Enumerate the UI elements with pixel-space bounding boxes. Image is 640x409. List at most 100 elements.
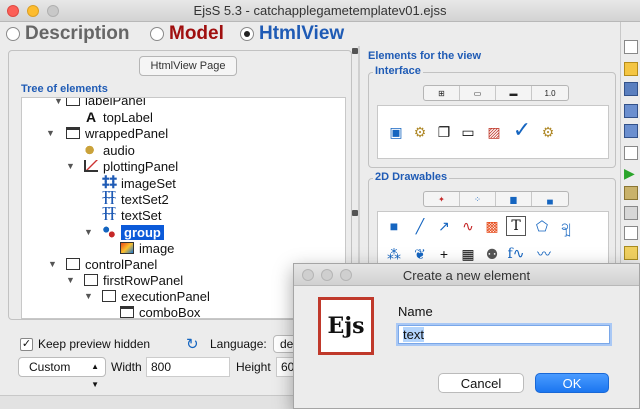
tree-node-label: runPauseButton bbox=[139, 319, 232, 320]
tree-node[interactable]: firstRowPanel bbox=[84, 272, 183, 288]
divider-handle-icon[interactable] bbox=[352, 48, 358, 54]
tabbed-panel-element-icon[interactable]: ❐ bbox=[434, 122, 454, 142]
sets-2d-tab-icon[interactable]: ⁘ bbox=[460, 192, 496, 206]
refresh-icon[interactable]: ↻ bbox=[186, 335, 199, 353]
spring-element-icon[interactable]: ꩾ bbox=[556, 216, 576, 236]
interface-palette: ▣ ⚙ ❐ ▭ ▨ ✓ ⚙ bbox=[377, 105, 609, 159]
tree-node[interactable]: image bbox=[120, 240, 174, 256]
tree-title: Tree of elements bbox=[21, 83, 108, 95]
stack-icon[interactable] bbox=[624, 206, 638, 220]
text-element-icon[interactable]: T bbox=[506, 216, 526, 236]
size-preset-select[interactable]: Custom ▲ ▼ bbox=[18, 357, 106, 389]
trail-element-icon[interactable]: ∿ bbox=[458, 216, 478, 236]
window-title: EjsS 5.3 - catchapplegametemplatev01.ejs… bbox=[193, 3, 447, 18]
radio-selected-icon bbox=[240, 27, 254, 41]
polygon-element-icon[interactable]: ⬠ bbox=[532, 216, 552, 236]
function-element-icon[interactable]: f∿ bbox=[506, 244, 526, 264]
tree-node[interactable]: audio bbox=[84, 142, 135, 158]
new-file-icon[interactable] bbox=[624, 40, 638, 54]
expand-arrow-icon[interactable]: ▼ bbox=[84, 227, 93, 237]
divider-handle-icon[interactable] bbox=[352, 210, 358, 216]
segment-element-icon[interactable]: ╱ bbox=[410, 216, 430, 236]
tree-node[interactable]: controlPanel bbox=[66, 256, 157, 272]
tree-node[interactable]: TT TT textSet2 bbox=[102, 191, 168, 207]
tree-node[interactable]: executionPanel bbox=[102, 288, 210, 304]
tree-node[interactable]: comboBox bbox=[120, 304, 200, 318]
elements-header: Elements for the view bbox=[368, 50, 482, 62]
open-examples-icon[interactable] bbox=[624, 82, 638, 96]
window-element-icon[interactable]: ▣ bbox=[386, 122, 406, 142]
ticks-element-icon[interactable]: ▦ bbox=[458, 244, 478, 264]
combobox-icon bbox=[120, 306, 134, 318]
options-icon[interactable] bbox=[624, 246, 638, 260]
expand-arrow-icon[interactable]: ▼ bbox=[54, 98, 63, 106]
group-element-icon[interactable]: ⁂ bbox=[384, 244, 404, 264]
window-titlebar: EjsS 5.3 - catchapplegametemplatev01.ejs… bbox=[0, 0, 640, 22]
dialog-titlebar: Create a new element bbox=[294, 264, 639, 286]
updown-chevron-icon: ▲ ▼ bbox=[91, 362, 99, 389]
name-input-value: text bbox=[403, 327, 424, 342]
height-label: Height bbox=[236, 360, 271, 374]
package-icon[interactable] bbox=[624, 186, 638, 200]
label-icon: A bbox=[85, 109, 97, 125]
checkmark-element-icon[interactable]: ✓ bbox=[512, 117, 532, 142]
panel-element-icon[interactable]: ▭ bbox=[458, 122, 478, 142]
numeric-tab-icon[interactable]: 1.0 bbox=[532, 86, 568, 100]
tree-node[interactable]: A topLabel bbox=[84, 109, 153, 125]
save-as-icon[interactable] bbox=[624, 124, 638, 138]
search-icon[interactable] bbox=[624, 146, 638, 160]
interface-label: Interface bbox=[373, 65, 423, 77]
tree-node[interactable]: ✚✚ ✚✚ imageSet bbox=[102, 175, 176, 191]
shape-element-icon[interactable]: ■ bbox=[384, 216, 404, 236]
tree-node[interactable]: wrappedPanel bbox=[66, 125, 168, 141]
cursor-element-icon[interactable]: + bbox=[434, 244, 454, 264]
tree-node[interactable]: labelPanel bbox=[66, 98, 146, 108]
elements-2d-tab-icon[interactable]: ✦ bbox=[424, 192, 460, 206]
open-folder-icon[interactable] bbox=[624, 62, 638, 76]
tree-node-label: plottingPanel bbox=[103, 158, 179, 174]
input-tab-icon[interactable]: ▬ bbox=[496, 86, 532, 100]
save-icon[interactable] bbox=[624, 104, 638, 118]
htmlview-page-button[interactable]: HtmlView Page bbox=[139, 56, 237, 76]
tree-node[interactable]: runPauseButton bbox=[120, 318, 232, 319]
ejs-logo: Ejs bbox=[318, 297, 374, 355]
tab-htmlview[interactable]: HtmlView bbox=[240, 22, 344, 46]
audio-icon bbox=[84, 144, 98, 156]
analytic-curve-element-icon[interactable]: 〰 bbox=[534, 244, 554, 264]
edit-icon[interactable] bbox=[624, 226, 638, 240]
expand-arrow-icon[interactable]: ▼ bbox=[46, 128, 55, 138]
bodies-2d-tab-icon[interactable]: ▄ bbox=[532, 192, 568, 206]
tab-model-label: Model bbox=[169, 23, 224, 44]
radio-icon bbox=[150, 27, 164, 41]
image-panel-element-icon[interactable]: ▨ bbox=[484, 122, 504, 142]
interface-subtabs: ⊞ ▭ ▬ 1.0 bbox=[423, 85, 569, 101]
width-input[interactable]: 800 bbox=[146, 357, 230, 377]
tree-node[interactable]: plottingPanel bbox=[84, 158, 178, 174]
tab-description[interactable]: Description bbox=[6, 22, 130, 46]
gear-element-icon[interactable]: ⚙ bbox=[538, 122, 558, 142]
run-icon[interactable]: ▶ bbox=[624, 166, 638, 180]
panel-icon bbox=[66, 258, 80, 270]
ok-button[interactable]: OK bbox=[535, 373, 609, 393]
tab-model[interactable]: Model bbox=[150, 22, 224, 46]
arrow-element-icon[interactable]: ↗ bbox=[434, 216, 454, 236]
expand-arrow-icon[interactable]: ▼ bbox=[66, 275, 75, 285]
name-input[interactable]: text bbox=[398, 325, 610, 344]
expand-arrow-icon[interactable]: ▼ bbox=[84, 291, 93, 301]
containers-tab-icon[interactable]: ⊞ bbox=[424, 86, 460, 100]
cancel-button[interactable]: Cancel bbox=[438, 373, 524, 393]
particle-element-icon[interactable]: ❦ bbox=[410, 244, 430, 264]
expand-arrow-icon[interactable]: ▼ bbox=[66, 161, 75, 171]
expand-arrow-icon[interactable]: ▼ bbox=[48, 259, 57, 269]
tree-node-label: audio bbox=[103, 142, 135, 158]
split-panel-element-icon[interactable]: ⚙ bbox=[410, 122, 430, 142]
tree-node-selected[interactable]: group bbox=[102, 224, 164, 240]
fields-2d-tab-icon[interactable]: ▆ bbox=[496, 192, 532, 206]
keep-preview-checkbox[interactable]: ✓ bbox=[20, 337, 33, 351]
image-element-icon[interactable]: ▩ bbox=[482, 216, 502, 236]
tree-node[interactable]: TT TT textSet bbox=[102, 207, 161, 223]
drawables-label: 2D Drawables bbox=[373, 171, 450, 183]
camera-element-icon[interactable]: ⚉ bbox=[482, 244, 502, 264]
buttons-tab-icon[interactable]: ▭ bbox=[460, 86, 496, 100]
tree-node-label: group bbox=[121, 224, 164, 240]
